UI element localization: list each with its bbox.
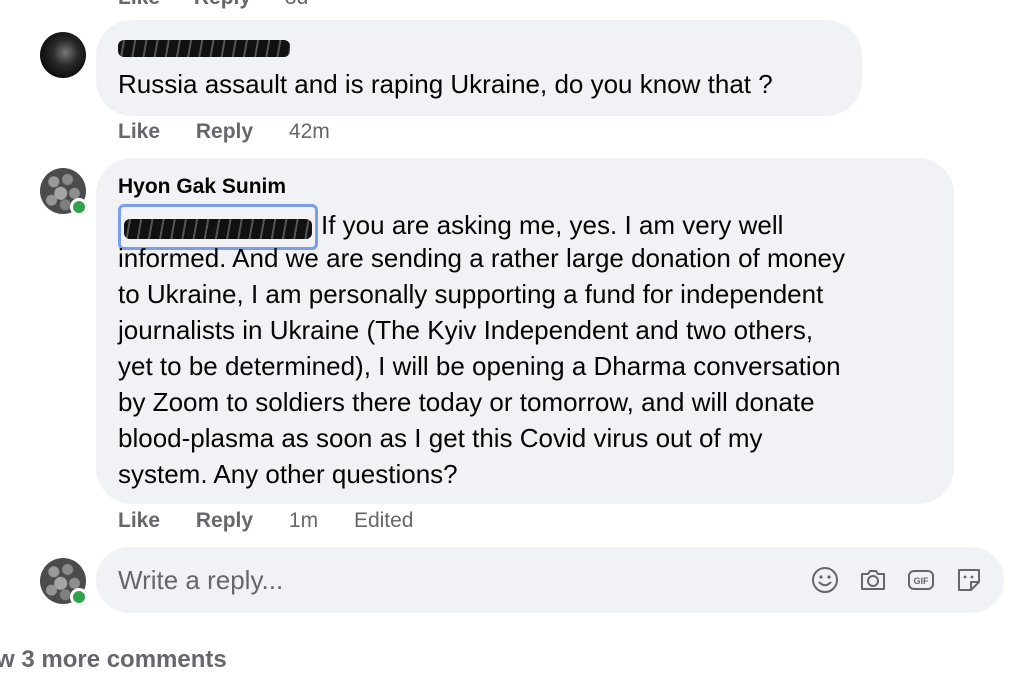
redacted-author-name[interactable] [118,40,290,57]
timestamp: 3d [285,0,308,9]
comment-text: Russia assault and is raping Ukraine, do… [118,69,773,99]
reply-placeholder: Write a reply... [118,565,284,595]
comment-actions: Like Reply 1m Edited [118,509,443,533]
comment-bubble: Russia assault and is raping Ukraine, do… [96,20,862,116]
redacted-mention-name [124,219,312,240]
comment-text: If you are asking me, yes. I am very wel… [118,204,845,492]
like-button[interactable]: Like [118,120,160,143]
previous-comment-actions: Like Reply 3d [118,0,336,10]
like-button[interactable]: Like [118,509,160,532]
current-user-avatar [40,558,88,606]
comment-line-text: If you are asking me, yes. I am very wel… [321,209,784,240]
svg-text:GIF: GIF [914,576,930,586]
comment-line: yet to be determined), I will be opening… [118,351,841,381]
comment-line: journalists in Ukraine (The Kyiv Indepen… [118,315,814,345]
gif-icon[interactable]: GIF [906,565,936,595]
comment-bubble: Hyon Gak Sunim If you are asking me, yes… [96,158,954,504]
timestamp: 1m [288,509,319,532]
comment-actions: Like Reply 42m [118,120,360,144]
camera-icon[interactable] [858,565,888,595]
comment-line: to Ukraine, I am personally supporting a… [118,279,824,309]
reply-button[interactable]: Reply [194,0,251,9]
reply-button[interactable]: Reply [196,120,253,143]
comment-line: If you are asking me, yes. I am very wel… [118,204,845,250]
online-status-dot [70,588,88,606]
comment-author[interactable]: Hyon Gak Sunim [118,175,286,199]
timestamp: 42m [288,120,330,143]
comment-line: by Zoom to soldiers there today or tomor… [118,387,815,417]
view-more-comments-link[interactable]: w 3 more comments [0,646,227,674]
online-status-dot [70,198,88,216]
reply-button[interactable]: Reply [196,509,253,532]
reply-input[interactable]: Write a reply... GIF [96,547,1004,613]
sticker-icon[interactable] [954,565,984,595]
emoji-icon[interactable] [810,565,840,595]
comment-line: blood-plasma as soon as I get this Covid… [118,423,763,453]
comment-line: system. Any other questions? [118,459,458,489]
composer-actions: GIF [810,565,984,595]
avatar[interactable] [40,168,88,216]
like-button[interactable]: Like [118,0,160,9]
comment-line: informed. And we are sending a rather la… [118,243,846,273]
avatar[interactable] [40,32,86,78]
edited-label[interactable]: Edited [354,509,414,532]
